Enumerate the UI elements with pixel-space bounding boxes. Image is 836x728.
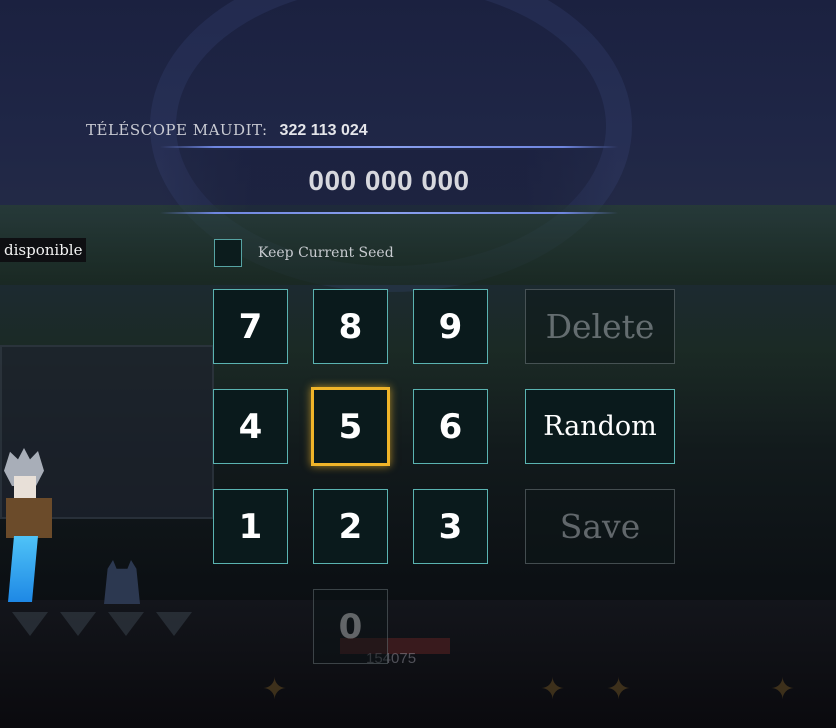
bottom-divider [160,212,618,214]
seed-input-value: 000 000 000 [308,165,470,196]
status-label: disponible [0,238,87,262]
key-3[interactable]: 3 [413,489,488,564]
key-7[interactable]: 7 [213,289,288,364]
background-foliage [0,205,836,285]
key-5[interactable]: 5 [311,387,390,466]
keep-seed-toggle[interactable]: Keep Current Seed [214,239,394,267]
floor-triangle-icon [60,612,96,636]
key-8[interactable]: 8 [313,289,388,364]
floor-triangle-icon [108,612,144,636]
seed-header: TÉLÉSCOPE MAUDIT: 322 113 024 [86,121,368,143]
delete-button[interactable]: Delete [525,289,675,364]
save-button[interactable]: Save [525,489,675,564]
seed-input[interactable]: 000 000 000 [160,150,618,212]
player-character [0,448,60,606]
current-seed-value: 322 113 024 [279,122,368,139]
floor-triangle-icon [12,612,48,636]
key-6[interactable]: 6 [413,389,488,464]
floor-star-icon: ✦ [606,672,632,707]
floor-star-icon: ✦ [770,672,796,707]
floor-star-icon: ✦ [540,672,566,707]
key-2[interactable]: 2 [313,489,388,564]
top-divider [160,146,618,148]
key-4[interactable]: 4 [213,389,288,464]
cat-statue [104,560,140,604]
floor-star-icon: ✦ [262,672,288,707]
player-body [6,498,52,538]
keep-seed-label: Keep Current Seed [258,245,394,261]
floor-triangle-icon [156,612,192,636]
key-1[interactable]: 1 [213,489,288,564]
random-button[interactable]: Random [525,389,675,464]
player-cape [8,536,38,602]
keep-seed-checkbox[interactable] [214,239,242,267]
player-face [14,476,36,498]
key-0[interactable]: 0 [313,589,388,664]
seed-header-label: TÉLÉSCOPE MAUDIT: [86,121,268,139]
key-9[interactable]: 9 [413,289,488,364]
